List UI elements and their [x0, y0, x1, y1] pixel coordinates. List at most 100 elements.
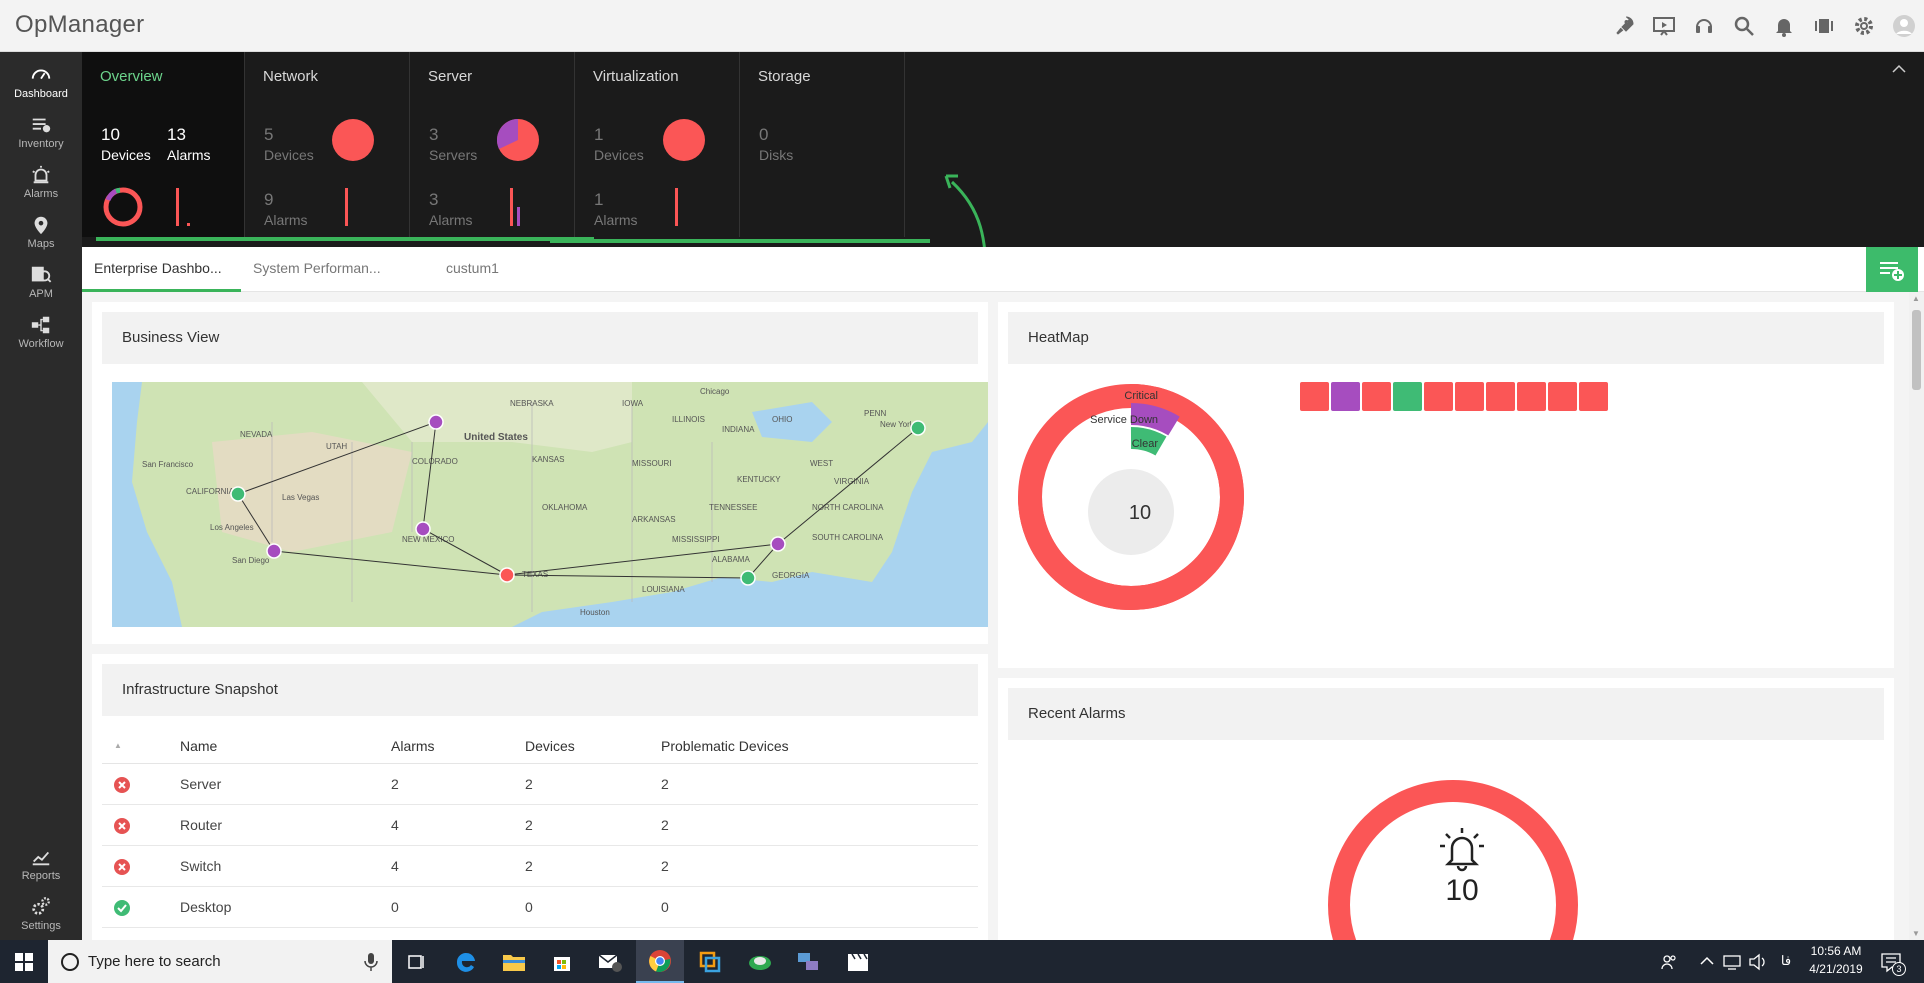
widget-header: Business View	[102, 312, 978, 364]
sidebar-item-settings[interactable]: Settings	[0, 890, 82, 938]
map-label-kansas: KANSAS	[532, 455, 564, 464]
sidebar-item-alarms[interactable]: Alarms	[0, 158, 82, 206]
heatmap-cell[interactable]	[1300, 382, 1329, 411]
user-avatar-icon[interactable]	[1884, 0, 1924, 52]
map-node-red[interactable]	[499, 567, 515, 583]
sidebar-item-label: APM	[29, 288, 53, 300]
heatmap-cell[interactable]	[1548, 382, 1577, 411]
clock-time[interactable]: 10:56 AM	[1800, 944, 1872, 958]
alarms-bar	[345, 188, 348, 226]
table-row[interactable]: Router 4 2 2	[102, 805, 978, 846]
sidebar-item-reports[interactable]: Reports	[0, 840, 82, 888]
sidebar: Dashboard Inventory Alarms Maps APM Work…	[0, 52, 82, 940]
bell-icon[interactable]	[1764, 0, 1804, 52]
page-scrollbar[interactable]: ▲ ▼	[1909, 292, 1924, 940]
clock-date[interactable]: 4/21/2019	[1800, 962, 1872, 976]
legend-clear: Clear	[1131, 438, 1158, 450]
tab-custum1[interactable]: custum1	[438, 247, 558, 292]
heatmap-cell[interactable]	[1455, 382, 1484, 411]
sidebar-item-label: Maps	[27, 238, 55, 250]
heatmap-cell[interactable]	[1579, 382, 1608, 411]
map-node-green[interactable]	[910, 420, 926, 436]
map-node-purple[interactable]	[415, 521, 431, 537]
remote-desktop-icon[interactable]	[784, 940, 832, 983]
mail-icon[interactable]	[586, 940, 634, 983]
vmware-icon[interactable]	[686, 940, 734, 983]
map-node-green[interactable]	[230, 486, 246, 502]
presentation-icon[interactable]	[1644, 0, 1684, 52]
store-icon[interactable]	[538, 940, 586, 983]
scrollbar-thumb[interactable]	[1912, 310, 1921, 390]
business-view-map[interactable]: United States NEVADA UTAH COLORADO KANSA…	[112, 382, 988, 627]
column-header-devices[interactable]: Devices	[525, 734, 575, 758]
recent-alarms-widget: Recent Alarms 10	[998, 678, 1894, 940]
annotation-underline-right	[550, 239, 930, 243]
overview-panel[interactable]: Overview 10 Devices 13 Alarms	[82, 52, 245, 237]
edge-browser-icon[interactable]	[442, 940, 490, 983]
scroll-up-arrow[interactable]: ▲	[1912, 294, 1920, 303]
table-row[interactable]: Server 2 2 2	[102, 764, 978, 805]
heatmap-cell[interactable]	[1424, 382, 1453, 411]
microphone-icon[interactable]	[364, 952, 378, 972]
clapperboard-icon[interactable]	[834, 940, 882, 983]
people-icon[interactable]	[1660, 953, 1678, 971]
windows-start-button[interactable]	[0, 940, 48, 983]
gear-icon[interactable]	[1844, 0, 1884, 52]
alarms-label: Alarms	[429, 212, 473, 228]
tab-system-performance[interactable]: System Performan...	[241, 247, 431, 292]
map-node-purple[interactable]	[770, 536, 786, 552]
heatmap-cell[interactable]	[1362, 382, 1391, 411]
map-node-green[interactable]	[740, 570, 756, 586]
heatmap-cell[interactable]	[1331, 382, 1360, 411]
sidebar-item-workflow[interactable]: Workflow	[0, 308, 82, 356]
heatmap-cell[interactable]	[1393, 382, 1422, 411]
chevron-up-icon[interactable]	[1700, 956, 1714, 966]
scroll-down-arrow[interactable]: ▼	[1912, 929, 1920, 938]
map-label-utah: UTAH	[326, 442, 347, 451]
input-language[interactable]: فا	[1776, 953, 1796, 969]
support-headset-icon[interactable]	[1684, 0, 1724, 52]
map-label-chicago: Chicago	[700, 387, 730, 396]
column-header-alarms[interactable]: Alarms	[391, 734, 435, 758]
tab-enterprise-dashboard[interactable]: Enterprise Dashbo...	[82, 247, 241, 292]
chevron-up-icon[interactable]	[1892, 64, 1906, 74]
map-node-purple[interactable]	[428, 414, 444, 430]
virtualization-panel[interactable]: Virtualization 1 Devices 1 Alarms	[575, 52, 740, 237]
network-app-icon[interactable]	[736, 940, 784, 983]
add-list-icon	[1880, 261, 1904, 281]
alarms-bar	[675, 188, 678, 226]
column-header-problematic[interactable]: Problematic Devices	[661, 734, 789, 758]
sidebar-item-dashboard[interactable]: Dashboard	[0, 58, 82, 106]
chrome-browser-icon[interactable]	[636, 940, 684, 983]
rocket-icon[interactable]	[1604, 0, 1644, 52]
sidebar-item-inventory[interactable]: Inventory	[0, 108, 82, 156]
dashboard-carousel-icon[interactable]	[1804, 0, 1844, 52]
sidebar-item-maps[interactable]: Maps	[0, 208, 82, 256]
network-status-icon[interactable]	[1722, 953, 1742, 971]
taskbar-search-box[interactable]: Type here to search	[48, 940, 392, 983]
map-node-purple[interactable]	[266, 543, 282, 559]
search-icon[interactable]	[1724, 0, 1764, 52]
sidebar-item-apm[interactable]: APM	[0, 258, 82, 306]
file-explorer-icon[interactable]	[490, 940, 538, 983]
task-view-icon[interactable]	[392, 940, 440, 983]
heatmap-cell[interactable]	[1486, 382, 1515, 411]
heatmap-cell[interactable]	[1517, 382, 1546, 411]
column-header-name[interactable]: Name	[180, 734, 217, 758]
devices-label: Devices	[101, 147, 151, 163]
alarms-bar-secondary	[517, 207, 520, 226]
add-widget-button[interactable]	[1866, 247, 1918, 292]
network-panel[interactable]: Network 5 Devices 9 Alarms	[245, 52, 410, 237]
table-row[interactable]: Desktop 0 0 0	[102, 887, 978, 928]
alarm-bell-icon	[1440, 828, 1484, 872]
sort-icon[interactable]: ▲	[114, 734, 122, 758]
map-label-la: Los Angeles	[210, 523, 254, 532]
server-panel[interactable]: Server 3 Servers 3 Alarms	[410, 52, 575, 237]
devices-count: 10	[101, 125, 120, 144]
table-row[interactable]: Switch 4 2 2	[102, 846, 978, 887]
volume-icon[interactable]	[1748, 953, 1768, 971]
sidebar-item-label: Dashboard	[14, 88, 68, 100]
storage-panel[interactable]: Storage 0 Disks	[740, 52, 905, 237]
row-problematic: 2	[661, 858, 669, 874]
map-label-arkansas: ARKANSAS	[632, 515, 676, 524]
